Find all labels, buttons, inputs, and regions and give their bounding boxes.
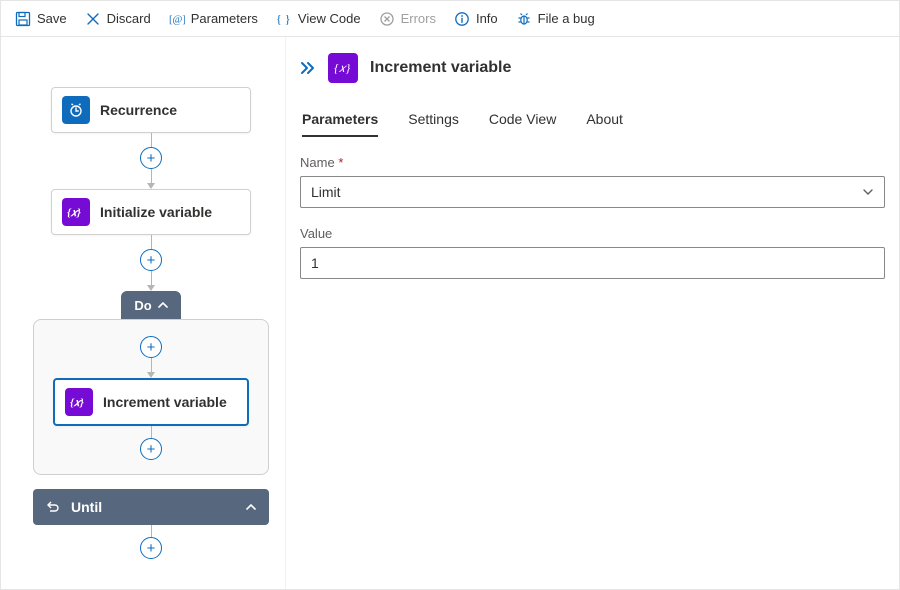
parameters-icon: [@] xyxy=(169,11,185,27)
svg-text:{𝑥}: {𝑥} xyxy=(70,397,84,409)
discard-label: Discard xyxy=(107,11,151,26)
svg-text:{𝑥}: {𝑥} xyxy=(334,61,350,75)
filebug-label: File a bug xyxy=(538,11,595,26)
required-indicator: * xyxy=(338,155,343,170)
until-label: Until xyxy=(71,499,102,515)
variable-icon: {𝑥} xyxy=(328,53,358,83)
svg-text:{ }: { } xyxy=(276,12,291,26)
node-init-label: Initialize variable xyxy=(100,204,212,220)
field-name: Name * Limit xyxy=(300,155,885,208)
info-icon xyxy=(454,11,470,27)
loop-container: + {𝑥} Increment variable + xyxy=(33,319,269,475)
info-button[interactable]: Info xyxy=(446,7,506,31)
parameters-button[interactable]: [@] Parameters xyxy=(161,7,266,31)
tab-settings[interactable]: Settings xyxy=(408,111,459,137)
node-increment-variable[interactable]: {𝑥} Increment variable xyxy=(53,378,249,426)
panel-title: Increment variable xyxy=(370,59,511,77)
add-action-button[interactable]: + xyxy=(140,147,162,169)
chevron-up-icon xyxy=(158,300,168,310)
errors-label: Errors xyxy=(401,11,436,26)
chevron-up-icon xyxy=(245,501,257,513)
add-action-button[interactable]: + xyxy=(140,438,162,460)
svg-text:[@]: [@] xyxy=(169,14,185,25)
value-label: Value xyxy=(300,226,885,241)
code-icon: { } xyxy=(276,11,292,27)
errors-icon xyxy=(379,11,395,27)
save-label: Save xyxy=(37,11,67,26)
viewcode-button[interactable]: { } View Code xyxy=(268,7,369,31)
node-increment-label: Increment variable xyxy=(103,394,227,410)
discard-button[interactable]: Discard xyxy=(77,7,159,31)
loop-icon xyxy=(45,500,61,514)
node-recurrence[interactable]: Recurrence xyxy=(51,87,251,133)
variable-icon: {𝑥} xyxy=(65,388,93,416)
panel-tabs: Parameters Settings Code View About xyxy=(300,111,885,137)
discard-icon xyxy=(85,11,101,27)
name-select[interactable]: Limit xyxy=(300,176,885,208)
svg-text:{𝑥}: {𝑥} xyxy=(67,207,81,219)
designer-canvas[interactable]: Recurrence + {𝑥} Initialize variable + D… xyxy=(1,37,286,589)
add-action-button[interactable]: + xyxy=(140,336,162,358)
errors-button: Errors xyxy=(371,7,444,31)
node-initialize-variable[interactable]: {𝑥} Initialize variable xyxy=(51,189,251,235)
add-action-button[interactable]: + xyxy=(140,249,162,271)
collapse-panel-button[interactable] xyxy=(300,61,316,75)
name-value: Limit xyxy=(311,184,341,200)
bug-icon xyxy=(516,11,532,27)
clock-icon xyxy=(62,96,90,124)
info-label: Info xyxy=(476,11,498,26)
parameters-label: Parameters xyxy=(191,11,258,26)
name-label: Name xyxy=(300,155,335,170)
toolbar: Save Discard [@] Parameters { } View Cod… xyxy=(1,1,899,37)
tab-parameters[interactable]: Parameters xyxy=(302,111,378,137)
app-root: Save Discard [@] Parameters { } View Cod… xyxy=(0,0,900,590)
value-text: 1 xyxy=(311,255,319,271)
body: Recurrence + {𝑥} Initialize variable + D… xyxy=(1,37,899,589)
tab-about[interactable]: About xyxy=(586,111,623,137)
chevron-down-icon xyxy=(862,186,874,198)
filebug-button[interactable]: File a bug xyxy=(508,7,603,31)
add-action-button[interactable]: + xyxy=(140,537,162,559)
value-input[interactable]: 1 xyxy=(300,247,885,279)
save-button[interactable]: Save xyxy=(7,7,75,31)
properties-panel: {𝑥} Increment variable Parameters Settin… xyxy=(286,37,899,589)
loop-until-bar[interactable]: Until xyxy=(33,489,269,525)
variable-icon: {𝑥} xyxy=(62,198,90,226)
save-icon xyxy=(15,11,31,27)
node-recurrence-label: Recurrence xyxy=(100,102,177,118)
field-value: Value 1 xyxy=(300,226,885,279)
viewcode-label: View Code xyxy=(298,11,361,26)
loop-do-header[interactable]: Do xyxy=(121,291,181,319)
tab-codeview[interactable]: Code View xyxy=(489,111,556,137)
do-label: Do xyxy=(134,298,151,313)
